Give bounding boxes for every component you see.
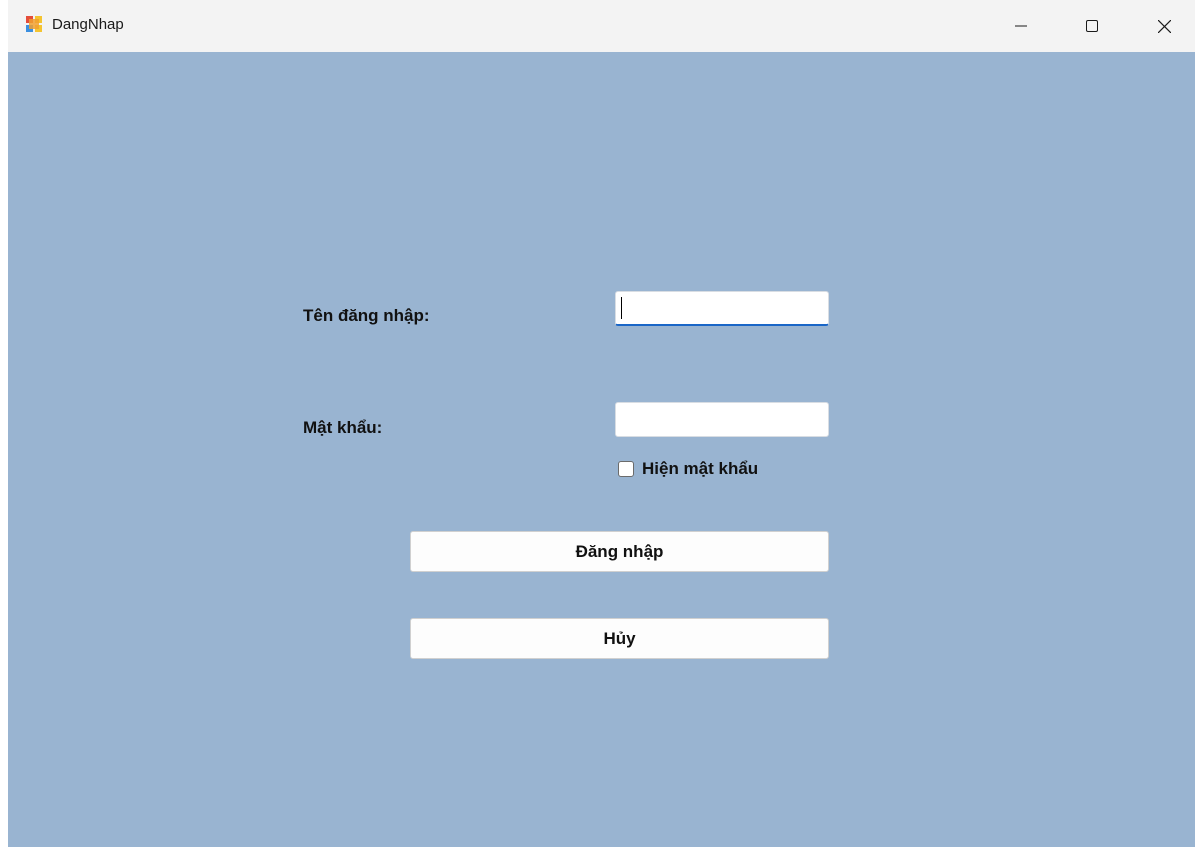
password-field[interactable] (615, 402, 829, 437)
login-window: DangNhap Tên đăng nhập: Mật khẩu: Hiện m… (8, 0, 1195, 847)
text-caret (621, 297, 622, 319)
username-field[interactable] (615, 291, 829, 326)
minimize-icon (1015, 25, 1027, 27)
maximize-icon (1086, 20, 1098, 32)
password-label: Mật khẩu: (303, 418, 383, 437)
show-password-checkbox[interactable] (618, 461, 634, 477)
login-button[interactable]: Đăng nhập (410, 531, 829, 572)
close-button[interactable] (1135, 0, 1193, 52)
title-bar[interactable]: DangNhap (8, 0, 1195, 52)
minimize-button[interactable] (992, 0, 1050, 52)
window-title: DangNhap (52, 16, 124, 33)
cancel-button[interactable]: Hủy (410, 618, 829, 659)
windows-form-icon (26, 16, 42, 32)
show-password-label[interactable]: Hiện mật khẩu (642, 459, 758, 479)
show-password-toggle[interactable]: Hiện mật khẩu (618, 457, 758, 481)
maximize-button[interactable] (1063, 0, 1121, 52)
close-icon (1157, 19, 1171, 33)
username-label: Tên đăng nhập: (303, 306, 430, 325)
